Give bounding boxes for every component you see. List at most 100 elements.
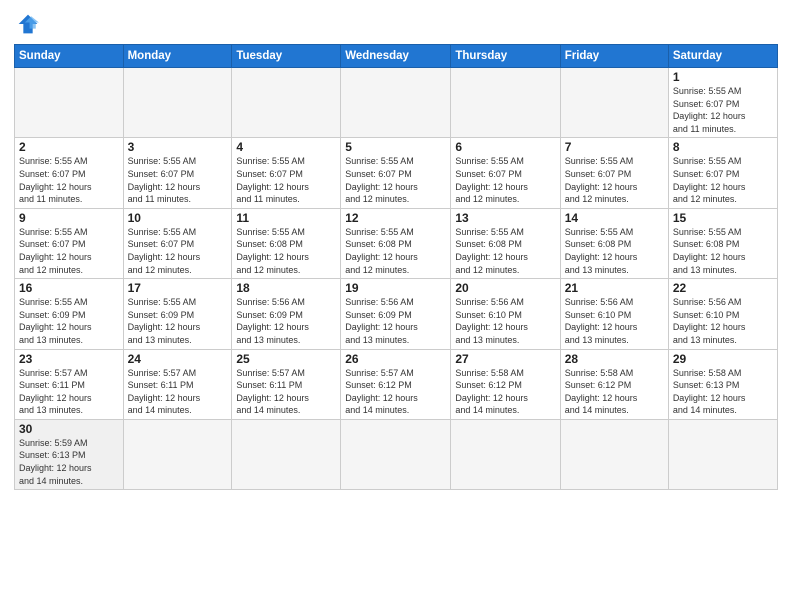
- day-info: Sunrise: 5:58 AM Sunset: 6:13 PM Dayligh…: [673, 367, 773, 417]
- day-info: Sunrise: 5:55 AM Sunset: 6:07 PM Dayligh…: [128, 155, 228, 205]
- weekday-header-friday: Friday: [560, 45, 668, 68]
- day-info: Sunrise: 5:56 AM Sunset: 6:10 PM Dayligh…: [565, 296, 664, 346]
- day-info: Sunrise: 5:57 AM Sunset: 6:11 PM Dayligh…: [128, 367, 228, 417]
- calendar-cell: [560, 68, 668, 138]
- day-info: Sunrise: 5:55 AM Sunset: 6:07 PM Dayligh…: [19, 226, 119, 276]
- day-number: 25: [236, 352, 336, 366]
- calendar-week-4: 16Sunrise: 5:55 AM Sunset: 6:09 PM Dayli…: [15, 279, 778, 349]
- calendar-week-6: 30Sunrise: 5:59 AM Sunset: 6:13 PM Dayli…: [15, 419, 778, 489]
- day-info: Sunrise: 5:56 AM Sunset: 6:09 PM Dayligh…: [236, 296, 336, 346]
- calendar-cell: 14Sunrise: 5:55 AM Sunset: 6:08 PM Dayli…: [560, 208, 668, 278]
- day-number: 28: [565, 352, 664, 366]
- calendar-cell: [341, 68, 451, 138]
- day-number: 16: [19, 281, 119, 295]
- calendar-cell: 18Sunrise: 5:56 AM Sunset: 6:09 PM Dayli…: [232, 279, 341, 349]
- calendar-cell: 11Sunrise: 5:55 AM Sunset: 6:08 PM Dayli…: [232, 208, 341, 278]
- day-number: 12: [345, 211, 446, 225]
- day-info: Sunrise: 5:57 AM Sunset: 6:11 PM Dayligh…: [236, 367, 336, 417]
- calendar-cell: 23Sunrise: 5:57 AM Sunset: 6:11 PM Dayli…: [15, 349, 124, 419]
- day-info: Sunrise: 5:55 AM Sunset: 6:07 PM Dayligh…: [236, 155, 336, 205]
- day-info: Sunrise: 5:57 AM Sunset: 6:12 PM Dayligh…: [345, 367, 446, 417]
- day-number: 11: [236, 211, 336, 225]
- day-info: Sunrise: 5:56 AM Sunset: 6:10 PM Dayligh…: [673, 296, 773, 346]
- day-info: Sunrise: 5:56 AM Sunset: 6:10 PM Dayligh…: [455, 296, 555, 346]
- calendar-week-2: 2Sunrise: 5:55 AM Sunset: 6:07 PM Daylig…: [15, 138, 778, 208]
- day-number: 30: [19, 422, 119, 436]
- calendar-week-5: 23Sunrise: 5:57 AM Sunset: 6:11 PM Dayli…: [15, 349, 778, 419]
- day-info: Sunrise: 5:55 AM Sunset: 6:07 PM Dayligh…: [455, 155, 555, 205]
- calendar-cell: [451, 419, 560, 489]
- calendar-cell: 21Sunrise: 5:56 AM Sunset: 6:10 PM Dayli…: [560, 279, 668, 349]
- calendar-cell: 20Sunrise: 5:56 AM Sunset: 6:10 PM Dayli…: [451, 279, 560, 349]
- calendar-cell: 6Sunrise: 5:55 AM Sunset: 6:07 PM Daylig…: [451, 138, 560, 208]
- day-info: Sunrise: 5:55 AM Sunset: 6:08 PM Dayligh…: [455, 226, 555, 276]
- day-number: 27: [455, 352, 555, 366]
- day-info: Sunrise: 5:55 AM Sunset: 6:09 PM Dayligh…: [19, 296, 119, 346]
- day-number: 14: [565, 211, 664, 225]
- calendar-cell: 1Sunrise: 5:55 AM Sunset: 6:07 PM Daylig…: [668, 68, 777, 138]
- day-number: 18: [236, 281, 336, 295]
- day-number: 13: [455, 211, 555, 225]
- day-number: 24: [128, 352, 228, 366]
- calendar-cell: 17Sunrise: 5:55 AM Sunset: 6:09 PM Dayli…: [123, 279, 232, 349]
- calendar-cell: [232, 419, 341, 489]
- calendar-cell: 4Sunrise: 5:55 AM Sunset: 6:07 PM Daylig…: [232, 138, 341, 208]
- calendar-cell: 25Sunrise: 5:57 AM Sunset: 6:11 PM Dayli…: [232, 349, 341, 419]
- calendar-cell: 29Sunrise: 5:58 AM Sunset: 6:13 PM Dayli…: [668, 349, 777, 419]
- calendar-cell: 3Sunrise: 5:55 AM Sunset: 6:07 PM Daylig…: [123, 138, 232, 208]
- day-info: Sunrise: 5:55 AM Sunset: 6:08 PM Dayligh…: [236, 226, 336, 276]
- calendar-cell: [341, 419, 451, 489]
- day-info: Sunrise: 5:55 AM Sunset: 6:08 PM Dayligh…: [565, 226, 664, 276]
- calendar-cell: [15, 68, 124, 138]
- header: [14, 10, 778, 38]
- day-info: Sunrise: 5:59 AM Sunset: 6:13 PM Dayligh…: [19, 437, 119, 487]
- weekday-header-thursday: Thursday: [451, 45, 560, 68]
- day-info: Sunrise: 5:55 AM Sunset: 6:07 PM Dayligh…: [565, 155, 664, 205]
- day-number: 9: [19, 211, 119, 225]
- day-number: 5: [345, 140, 446, 154]
- calendar-cell: [668, 419, 777, 489]
- calendar-cell: 24Sunrise: 5:57 AM Sunset: 6:11 PM Dayli…: [123, 349, 232, 419]
- day-info: Sunrise: 5:55 AM Sunset: 6:07 PM Dayligh…: [673, 85, 773, 135]
- day-info: Sunrise: 5:55 AM Sunset: 6:07 PM Dayligh…: [345, 155, 446, 205]
- calendar-cell: 19Sunrise: 5:56 AM Sunset: 6:09 PM Dayli…: [341, 279, 451, 349]
- day-info: Sunrise: 5:57 AM Sunset: 6:11 PM Dayligh…: [19, 367, 119, 417]
- day-info: Sunrise: 5:58 AM Sunset: 6:12 PM Dayligh…: [565, 367, 664, 417]
- weekday-header-saturday: Saturday: [668, 45, 777, 68]
- calendar-week-3: 9Sunrise: 5:55 AM Sunset: 6:07 PM Daylig…: [15, 208, 778, 278]
- weekday-header-sunday: Sunday: [15, 45, 124, 68]
- day-info: Sunrise: 5:55 AM Sunset: 6:07 PM Dayligh…: [673, 155, 773, 205]
- calendar-cell: [123, 68, 232, 138]
- calendar-cell: 10Sunrise: 5:55 AM Sunset: 6:07 PM Dayli…: [123, 208, 232, 278]
- calendar-cell: [560, 419, 668, 489]
- calendar-cell: 2Sunrise: 5:55 AM Sunset: 6:07 PM Daylig…: [15, 138, 124, 208]
- logo: [14, 10, 46, 38]
- day-number: 6: [455, 140, 555, 154]
- calendar-cell: [451, 68, 560, 138]
- calendar-cell: 7Sunrise: 5:55 AM Sunset: 6:07 PM Daylig…: [560, 138, 668, 208]
- day-number: 29: [673, 352, 773, 366]
- calendar-cell: 13Sunrise: 5:55 AM Sunset: 6:08 PM Dayli…: [451, 208, 560, 278]
- day-number: 21: [565, 281, 664, 295]
- generalblue-icon: [14, 10, 42, 38]
- calendar-week-1: 1Sunrise: 5:55 AM Sunset: 6:07 PM Daylig…: [15, 68, 778, 138]
- day-info: Sunrise: 5:55 AM Sunset: 6:07 PM Dayligh…: [128, 226, 228, 276]
- day-number: 23: [19, 352, 119, 366]
- page: SundayMondayTuesdayWednesdayThursdayFrid…: [0, 0, 792, 612]
- day-number: 4: [236, 140, 336, 154]
- day-info: Sunrise: 5:55 AM Sunset: 6:08 PM Dayligh…: [673, 226, 773, 276]
- day-number: 8: [673, 140, 773, 154]
- calendar-cell: 8Sunrise: 5:55 AM Sunset: 6:07 PM Daylig…: [668, 138, 777, 208]
- calendar-cell: 30Sunrise: 5:59 AM Sunset: 6:13 PM Dayli…: [15, 419, 124, 489]
- weekday-header-row: SundayMondayTuesdayWednesdayThursdayFrid…: [15, 45, 778, 68]
- weekday-header-wednesday: Wednesday: [341, 45, 451, 68]
- calendar-cell: 22Sunrise: 5:56 AM Sunset: 6:10 PM Dayli…: [668, 279, 777, 349]
- day-info: Sunrise: 5:56 AM Sunset: 6:09 PM Dayligh…: [345, 296, 446, 346]
- calendar-cell: 9Sunrise: 5:55 AM Sunset: 6:07 PM Daylig…: [15, 208, 124, 278]
- calendar-cell: 16Sunrise: 5:55 AM Sunset: 6:09 PM Dayli…: [15, 279, 124, 349]
- calendar-cell: [123, 419, 232, 489]
- weekday-header-tuesday: Tuesday: [232, 45, 341, 68]
- day-number: 22: [673, 281, 773, 295]
- day-info: Sunrise: 5:58 AM Sunset: 6:12 PM Dayligh…: [455, 367, 555, 417]
- calendar-cell: 28Sunrise: 5:58 AM Sunset: 6:12 PM Dayli…: [560, 349, 668, 419]
